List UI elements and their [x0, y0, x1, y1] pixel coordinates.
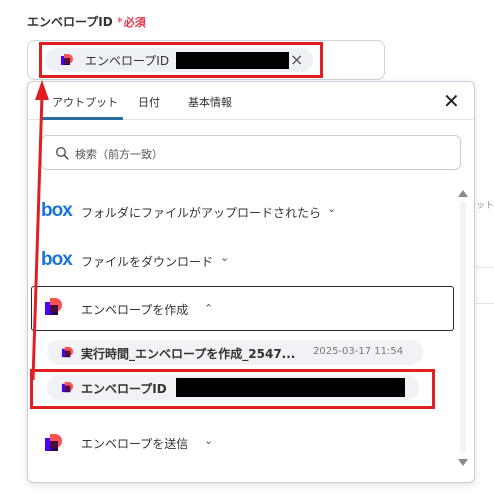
docusign-icon [45, 434, 62, 451]
required-star: * [116, 15, 123, 29]
background-text-fragment: ットに [476, 201, 494, 211]
background-divider [476, 267, 494, 268]
tab-output[interactable]: アウトプット [52, 94, 118, 110]
output-value: 2025-03-17 11:54 [313, 346, 404, 357]
scroll-down-icon[interactable] [458, 459, 468, 466]
scroll-up-icon[interactable] [458, 190, 468, 197]
search-placeholder: 検索（前方一致） [75, 148, 163, 161]
scrollbar-track[interactable] [460, 201, 466, 453]
tab-date[interactable]: 日付 [138, 94, 160, 110]
chevron-down-icon[interactable]: ⌄ [220, 251, 229, 264]
docusign-icon [61, 346, 74, 358]
row-label-send-envelope[interactable]: エンベロープを送信 [81, 435, 188, 452]
required-text: 必須 [123, 16, 146, 29]
row-label-file-download[interactable]: ファイルをダウンロード [81, 253, 213, 270]
row-label-create-envelope: エンベロープを作成 [81, 303, 189, 317]
chevron-down-icon[interactable]: ⌄ [204, 434, 213, 447]
box-logo-icon: box [41, 249, 73, 270]
tab-basic-info[interactable]: 基本情報 [188, 94, 232, 110]
highlight-box-field [39, 42, 323, 78]
highlight-box-output [30, 369, 435, 409]
box-logo-icon: box [41, 200, 73, 221]
row-label-folder-upload[interactable]: フォルダにファイルがアップロードされたら [81, 204, 321, 221]
output-name: 実行時間_エンベロープを作成_2547... [81, 347, 296, 361]
background-divider [476, 303, 494, 304]
chevron-down-icon[interactable]: ⌄ [327, 202, 336, 215]
field-label-text: エンベロープID [27, 15, 113, 29]
docusign-icon [45, 298, 62, 315]
close-icon[interactable]: ✕ [443, 89, 460, 113]
tab-active-indicator [40, 117, 123, 120]
chevron-up-icon[interactable]: ⌃ [204, 302, 213, 315]
field-label: エンベロープID *必須 [27, 13, 146, 30]
search-icon [55, 146, 69, 160]
